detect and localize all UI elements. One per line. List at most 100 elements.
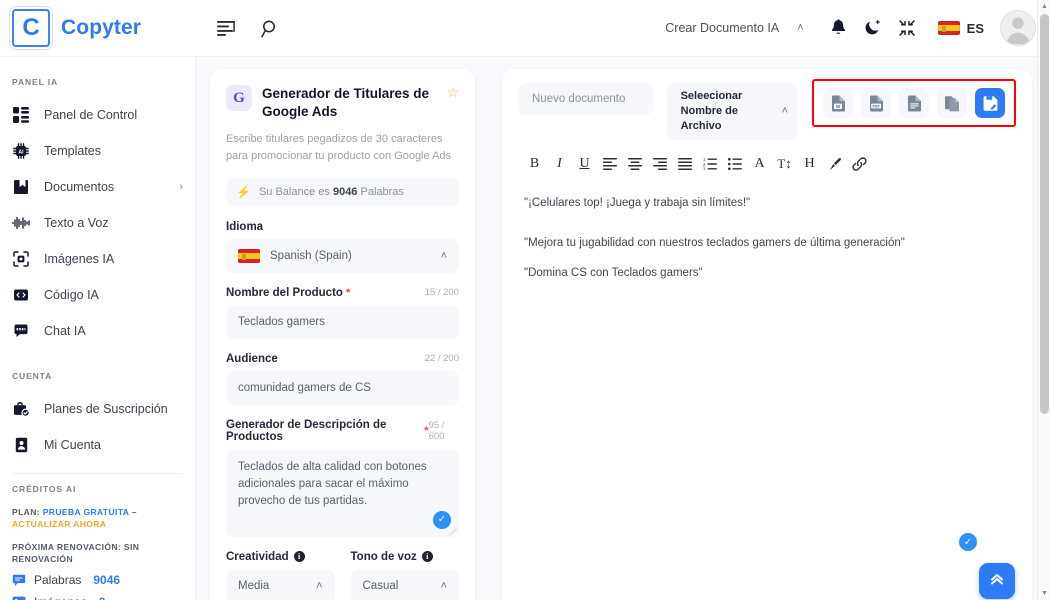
sidebar-item-label: Chat IA bbox=[44, 324, 86, 338]
compress-icon[interactable] bbox=[890, 11, 924, 45]
align-left-button[interactable] bbox=[597, 152, 622, 176]
sidebar-item-label: Panel de Control bbox=[44, 108, 138, 122]
ordered-list-button[interactable]: 123 bbox=[697, 152, 722, 176]
renewal-line: PRÓXIMA RENOVACIÓN: SIN RENOVACIÓN bbox=[12, 541, 140, 564]
bell-icon[interactable] bbox=[822, 11, 856, 45]
words-icon bbox=[12, 573, 26, 587]
creativity-group: Creatividad i Media ˄ bbox=[226, 537, 335, 600]
sidebar-item-codigo-ia[interactable]: Código IA bbox=[0, 277, 195, 313]
brand-logo[interactable]: C Copyter bbox=[0, 9, 200, 47]
info-icon[interactable]: i bbox=[421, 551, 433, 563]
format-toolbar: B I U 123 A T↕ H bbox=[518, 152, 1016, 176]
creativity-select[interactable]: Media ˄ bbox=[226, 568, 335, 600]
documents-icon bbox=[12, 178, 30, 196]
hamburger-icon[interactable] bbox=[214, 16, 238, 40]
balance-text: Su Balance es 9046 Palabras bbox=[259, 186, 404, 198]
bold-button[interactable]: B bbox=[522, 152, 547, 176]
bullet-list-button[interactable] bbox=[722, 152, 747, 176]
file-name-select[interactable]: Seleecionar Nombre de Archivo ˄ bbox=[666, 83, 798, 140]
ai-chip-icon: AI bbox=[12, 142, 30, 160]
italic-button[interactable]: I bbox=[547, 152, 572, 176]
sidebar-item-planes-de-suscripcion[interactable]: Planes de Suscripción bbox=[0, 391, 195, 427]
generator-card-header: G Generador de Titulares de Google Ads ☆ bbox=[226, 85, 459, 121]
textarea-resize-handle[interactable] bbox=[449, 527, 457, 536]
audience-label-text: Audience bbox=[226, 352, 278, 365]
audience-input[interactable]: comunidad gamers de CS bbox=[226, 370, 459, 405]
language-label: Idioma bbox=[226, 221, 459, 233]
sidebar-item-label: Mi Cuenta bbox=[44, 438, 101, 452]
plan-name: PRUEBA GRATUITA bbox=[42, 507, 130, 517]
sidebar-item-texto-a-voz[interactable]: Texto a Voz bbox=[0, 205, 195, 241]
editor-content[interactable]: "¡Celulares top! ¡Juega y trabaja sin lí… bbox=[518, 194, 1016, 283]
chevron-up-icon: ˄ bbox=[316, 579, 323, 592]
chevron-up-icon: ˄ bbox=[440, 249, 447, 262]
svg-text:AI: AI bbox=[19, 149, 25, 155]
page-title: Generador de Titulares de Google Ads bbox=[262, 86, 430, 119]
generator-description: Escribe titulares pegadizos de 30 caract… bbox=[226, 132, 452, 162]
sidebar-item-documentos[interactable]: Documentos › bbox=[0, 169, 195, 205]
scrollbar-up-arrow[interactable]: ▲ bbox=[1041, 3, 1048, 10]
copy-document-button[interactable] bbox=[937, 88, 967, 118]
tone-label: Tono de voz i bbox=[351, 551, 460, 563]
sidebar-section-credits: CRÉDITOS AI bbox=[12, 484, 77, 494]
required-marker: * bbox=[345, 286, 351, 299]
sidebar-item-mi-cuenta[interactable]: Mi Cuenta bbox=[0, 427, 195, 463]
editor-saved-check-icon[interactable]: ✓ bbox=[959, 533, 977, 551]
audience-value: comunidad gamers de CS bbox=[238, 381, 371, 394]
sidebar-item-imagenes-ia[interactable]: Imágenes IA bbox=[0, 241, 195, 277]
export-pdf-button[interactable]: PDF bbox=[861, 88, 891, 118]
create-document-chevron-up-icon[interactable]: ˄ bbox=[797, 22, 803, 34]
language-select[interactable]: Spanish (Spain) ˄ bbox=[226, 238, 459, 273]
scrollbar-thumb[interactable] bbox=[1040, 14, 1049, 414]
product-description-textarea[interactable]: Teclados de alta calidad con botones adi… bbox=[226, 448, 459, 537]
sidebar-item-label: Texto a Voz bbox=[44, 216, 109, 230]
sidebar-item-chat-ia[interactable]: Chat IA bbox=[0, 313, 195, 349]
scroll-to-top-button[interactable] bbox=[979, 563, 1015, 599]
chevron-up-icon: ˄ bbox=[440, 579, 447, 592]
language-label-text: Idioma bbox=[226, 220, 264, 233]
moon-icon[interactable] bbox=[856, 11, 890, 45]
chevron-up-icon: ˄ bbox=[781, 104, 788, 117]
product-description-label: Generador de Descripción de Productos * 9… bbox=[226, 419, 459, 443]
save-document-button[interactable] bbox=[975, 88, 1005, 118]
image-frame-icon bbox=[12, 250, 30, 268]
page-scrollbar[interactable]: ▲ ▼ bbox=[1037, 0, 1050, 600]
balance-suffix: Palabras bbox=[357, 185, 404, 198]
avatar[interactable] bbox=[1000, 10, 1036, 46]
search-icon[interactable] bbox=[258, 16, 282, 40]
product-description-counter: 95 / 600 bbox=[428, 419, 445, 442]
font-color-button[interactable]: A bbox=[747, 152, 772, 176]
creativity-label: Creatividad i bbox=[226, 551, 335, 563]
balance-value: 9046 bbox=[332, 185, 358, 198]
creativity-tone-row: Creatividad i Media ˄ Tono de voz i Casu… bbox=[226, 537, 459, 600]
language-selector[interactable]: ES bbox=[937, 21, 984, 36]
sidebar-item-panel-de-control[interactable]: Panel de Control bbox=[0, 97, 195, 133]
export-toolbar-highlight: W PDF bbox=[812, 79, 1016, 127]
font-size-button[interactable]: T↕ bbox=[772, 152, 797, 176]
align-right-button[interactable] bbox=[647, 152, 672, 176]
tone-select[interactable]: Casual ˄ bbox=[350, 568, 459, 600]
create-document-button[interactable]: Crear Documento IA bbox=[659, 21, 785, 35]
product-name-input[interactable]: Teclados gamers bbox=[226, 304, 459, 339]
language-select-value-wrap: Spanish (Spain) bbox=[238, 248, 352, 263]
svg-text:3: 3 bbox=[703, 166, 706, 170]
google-ads-icon: G bbox=[226, 85, 252, 111]
link-icon[interactable] bbox=[847, 152, 872, 176]
heading-button[interactable]: H bbox=[797, 152, 822, 176]
favorite-star-icon[interactable]: ☆ bbox=[446, 85, 459, 99]
underline-button[interactable]: U bbox=[572, 152, 597, 176]
credit-value: 9046 bbox=[93, 573, 121, 588]
document-name-input[interactable]: Nuevo documento bbox=[518, 83, 653, 115]
plan-line: PLAN: PRUEBA GRATUITA – ACTUALIZAR AHORA bbox=[0, 504, 195, 535]
brush-icon[interactable] bbox=[822, 152, 847, 176]
align-center-button[interactable] bbox=[622, 152, 647, 176]
tone-value: Casual bbox=[362, 579, 399, 592]
sidebar-item-templates[interactable]: AI Templates bbox=[0, 133, 195, 169]
plan-upgrade-link[interactable]: ACTUALIZAR AHORA bbox=[12, 519, 106, 529]
scrollbar-down-arrow[interactable]: ▼ bbox=[1041, 590, 1048, 597]
product-description-value: Teclados de alta calidad con botones adi… bbox=[238, 460, 427, 508]
align-justify-button[interactable] bbox=[672, 152, 697, 176]
export-text-button[interactable] bbox=[899, 88, 929, 118]
export-word-button[interactable]: W bbox=[823, 88, 853, 118]
info-icon[interactable]: i bbox=[293, 551, 305, 563]
